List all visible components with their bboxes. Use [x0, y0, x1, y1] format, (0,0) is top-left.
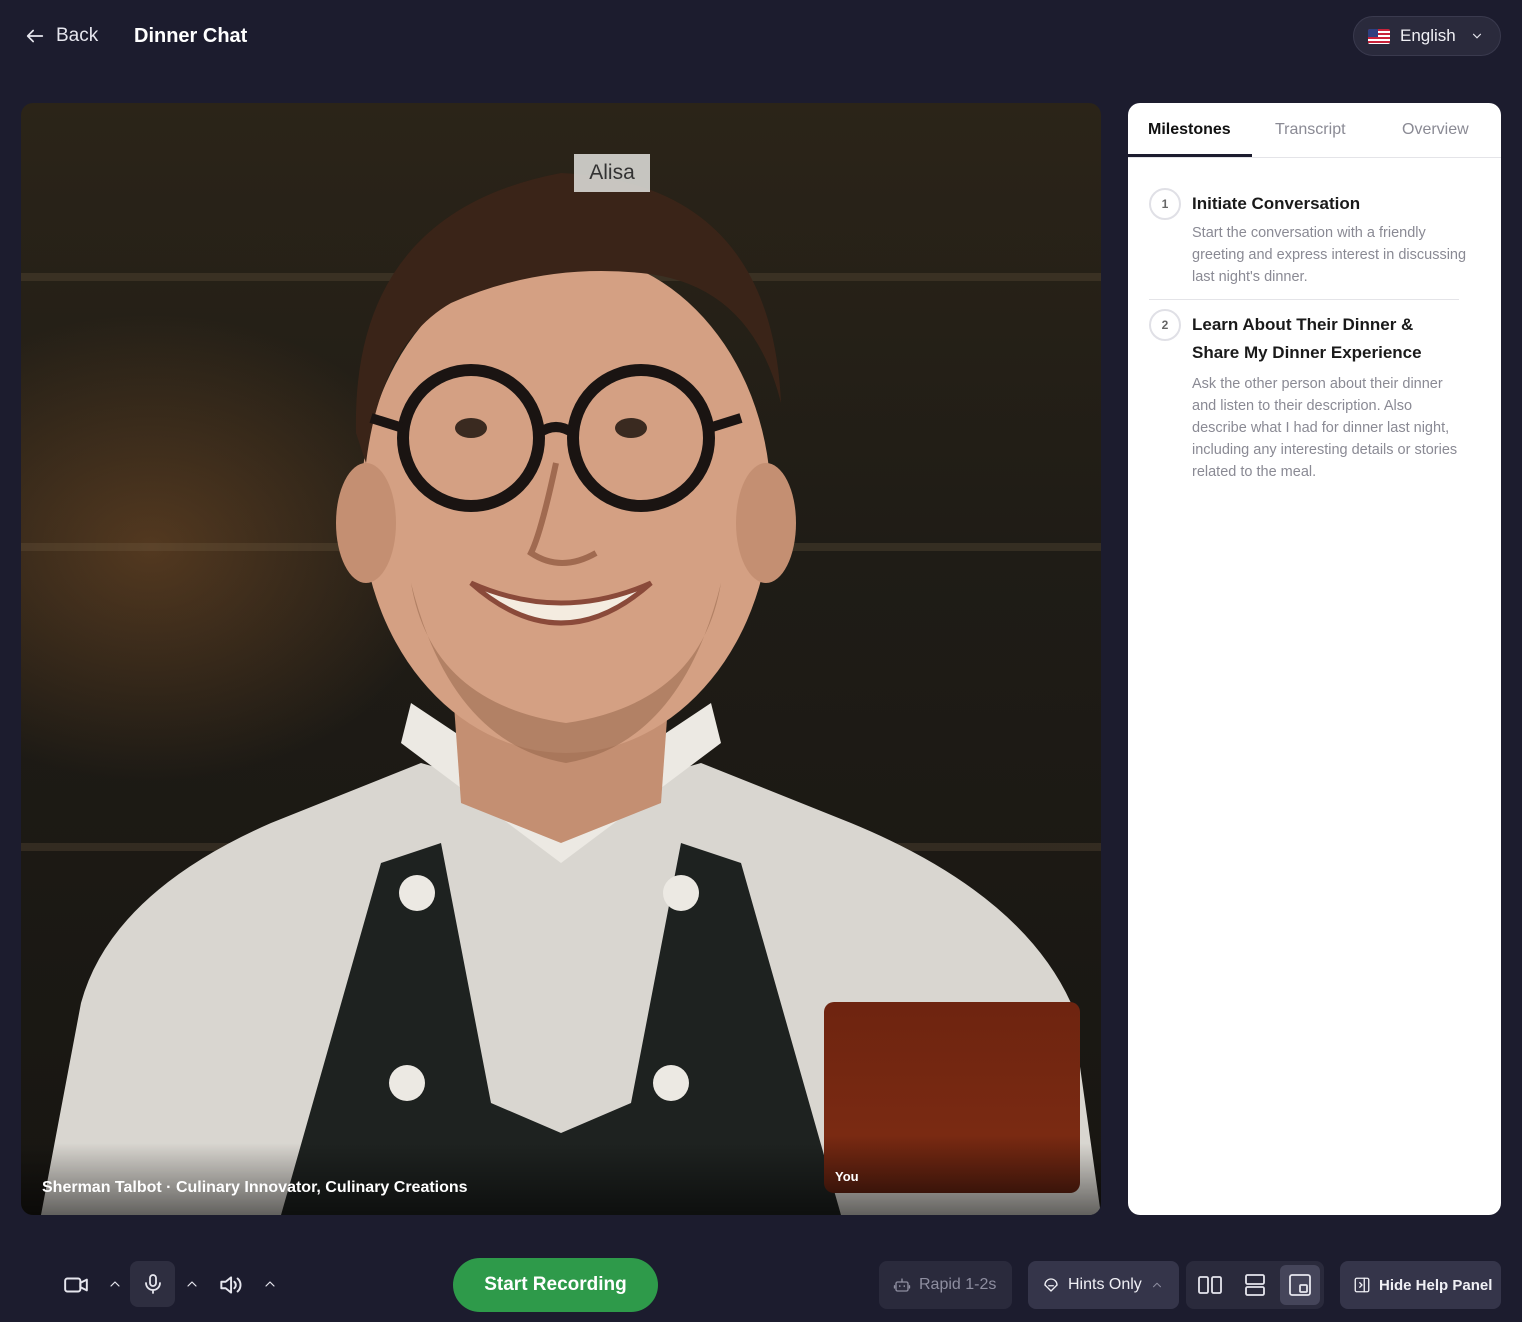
language-selector[interactable]: English [1353, 16, 1501, 56]
speaker-icon [220, 1276, 242, 1294]
chevron-up-icon [265, 1281, 275, 1287]
speaker-options-button[interactable] [259, 1272, 281, 1296]
camera-toggle-button[interactable] [56, 1266, 96, 1304]
response-speed-label: Rapid 1-2s [919, 1276, 997, 1293]
milestone-title: Learn About Their Dinner & Share My Dinn… [1192, 315, 1422, 362]
picture-in-picture-icon [1289, 1274, 1311, 1296]
ai-name-tag: Alisa [574, 154, 650, 192]
self-video-preview[interactable]: You [824, 1002, 1080, 1193]
active-tab-indicator [1128, 154, 1252, 157]
hints-mode-label: Hints Only [1068, 1276, 1142, 1293]
milestone-number: 2 [1149, 309, 1181, 341]
chevron-up-icon [110, 1281, 120, 1287]
arrow-left-icon [26, 29, 44, 43]
panel-collapse-icon [1354, 1277, 1370, 1293]
chevron-up-icon [187, 1281, 197, 1287]
milestone-description: Start the conversation with a friendly g… [1192, 225, 1467, 285]
layout-switcher [1186, 1261, 1324, 1309]
panel-tabs: Milestones Transcript Overview [1128, 103, 1501, 158]
milestone-title: Initiate Conversation [1192, 194, 1361, 213]
robot-icon [893, 1278, 911, 1292]
ai-video-feed: Alisa Sherman Talbot · Culinary Innovato… [21, 103, 1101, 1215]
back-label: Back [56, 25, 99, 46]
ai-caption-text: Sherman Talbot · Culinary Innovator, Cul… [42, 1179, 468, 1196]
hide-help-panel-button[interactable]: Hide Help Panel [1340, 1261, 1501, 1309]
language-label: English [1400, 26, 1456, 45]
hints-mode-button[interactable]: Hints Only [1028, 1261, 1179, 1309]
columns-icon [1198, 1276, 1222, 1294]
tab-transcript[interactable]: Transcript [1275, 121, 1346, 139]
milestone-number: 1 [1149, 188, 1181, 220]
chevron-down-icon [1472, 33, 1481, 39]
start-recording-button[interactable]: Start Recording [453, 1258, 658, 1312]
milestone-description: Ask the other person about their dinner … [1192, 376, 1458, 480]
hide-help-panel-label: Hide Help Panel [1379, 1276, 1493, 1294]
help-panel: Milestones Transcript Overview 1 Initiat… [1128, 103, 1501, 1215]
chevron-up-icon [1152, 1282, 1161, 1288]
milestone-item: 2 Learn About Their Dinner & Share My Di… [1149, 309, 1459, 489]
layout-picture-in-picture-button[interactable] [1280, 1265, 1320, 1305]
microphone-icon [144, 1274, 161, 1294]
tab-milestones[interactable]: Milestones [1148, 121, 1231, 139]
lightbulb-icon [1044, 1278, 1058, 1292]
camera-options-button[interactable] [104, 1272, 126, 1296]
speaker-toggle-button[interactable] [210, 1266, 250, 1304]
video-camera-icon [64, 1277, 88, 1293]
response-speed-button[interactable]: Rapid 1-2s [879, 1261, 1012, 1309]
back-button[interactable]: Back [24, 22, 98, 50]
self-video-label: You [835, 1169, 859, 1184]
tab-overview[interactable]: Overview [1402, 121, 1469, 139]
layout-side-by-side-button[interactable] [1190, 1265, 1230, 1305]
page-title: Dinner Chat [134, 24, 248, 47]
layout-stacked-button[interactable] [1235, 1265, 1275, 1305]
us-flag-icon [1368, 28, 1390, 44]
milestone-divider [1149, 299, 1459, 300]
rows-icon [1245, 1274, 1265, 1296]
top-bar: Back Dinner Chat English [0, 0, 1522, 72]
microphone-toggle-button[interactable] [130, 1261, 175, 1307]
milestone-item: 1 Initiate Conversation Start the conver… [1149, 188, 1466, 288]
microphone-options-button[interactable] [181, 1272, 203, 1296]
